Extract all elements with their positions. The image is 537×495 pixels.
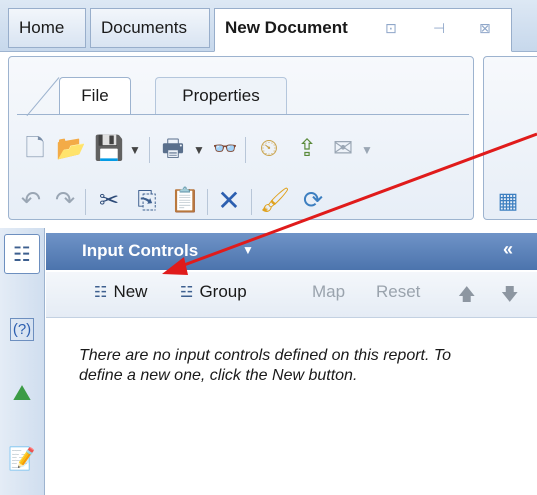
move-down-icon[interactable]: 🡇 bbox=[501, 282, 518, 311]
empty-state-message: There are no input controls defined on t… bbox=[79, 347, 452, 384]
close-icon[interactable]: ⊠ bbox=[479, 9, 491, 47]
input-controls-icon: ☷ bbox=[13, 243, 31, 266]
save-dropdown-icon[interactable]: ▼ bbox=[129, 143, 141, 157]
help-icon: (?) bbox=[9, 317, 35, 341]
toolbar-separator bbox=[251, 189, 252, 215]
copy-icon[interactable]: ⎘ bbox=[133, 185, 161, 217]
toolbar-separator bbox=[207, 189, 208, 215]
group-button[interactable]: ☳ Group bbox=[180, 282, 247, 302]
ribbon-tab-file[interactable]: File bbox=[59, 77, 131, 115]
input-controls-body: There are no input controls defined on t… bbox=[46, 318, 537, 495]
collapse-panel-icon[interactable]: « bbox=[503, 239, 513, 260]
group-button-label: Group bbox=[199, 282, 247, 301]
ribbon-tab-properties[interactable]: Properties bbox=[155, 77, 287, 115]
new-input-control-button[interactable]: ☷ New bbox=[94, 282, 147, 302]
export-icon[interactable]: ⇪ bbox=[293, 133, 321, 165]
new-button-label: New bbox=[113, 282, 148, 301]
report-map-side-button[interactable]: 📝 bbox=[6, 442, 38, 476]
tab-home[interactable]: Home bbox=[8, 8, 86, 48]
input-controls-toolbar: ☷ New ☳ Group Map Reset 🡅 🡇 bbox=[46, 272, 537, 318]
open-folder-icon[interactable]: 📂 bbox=[56, 133, 86, 165]
document-tab-bar: Home Documents New Document ⊡ ⊣ ⊠ bbox=[0, 0, 537, 52]
map-button[interactable]: Map bbox=[312, 282, 345, 302]
help-side-button[interactable]: (?) bbox=[6, 312, 38, 346]
table-icon[interactable]: ▦ bbox=[494, 185, 522, 217]
tab-documents[interactable]: Documents bbox=[90, 8, 210, 48]
side-panel-bar: ☷ (?) ⛰ 📝 bbox=[0, 228, 45, 495]
cut-icon[interactable]: ✂ bbox=[95, 185, 123, 217]
input-controls-side-button[interactable]: ☷ bbox=[4, 234, 40, 274]
print-dropdown-icon[interactable]: ▼ bbox=[193, 143, 205, 157]
document-structure-side-button[interactable]: ⛰ bbox=[6, 376, 38, 410]
print-icon[interactable]: 🖶 bbox=[159, 133, 187, 165]
delete-icon[interactable]: ✕ bbox=[215, 185, 243, 217]
input-controls-title: Input Controls bbox=[82, 241, 199, 260]
toolbar-separator bbox=[245, 137, 246, 163]
reset-button[interactable]: Reset bbox=[376, 282, 420, 302]
tab-new-document-label: New Document bbox=[225, 18, 348, 37]
paste-icon[interactable]: 📋 bbox=[170, 185, 200, 217]
email-dropdown-icon[interactable]: ▼ bbox=[361, 143, 373, 157]
refresh-icon[interactable]: ⟳ bbox=[299, 185, 327, 217]
ribbon-panel: File Properties 🗋 📂 💾 ▼ 🖶 ▼ 👓 ⏲ ⇪ ✉ ▼ ↶ … bbox=[8, 56, 474, 220]
toolbar-row-edit: ↶ ↷ ✂ ⎘ 📋 ✕ 🖌 ⟳ bbox=[9, 185, 475, 225]
new-control-icon: ☷ bbox=[94, 284, 108, 301]
ribbon-divider bbox=[17, 114, 469, 115]
redo-icon[interactable]: ↷ bbox=[51, 185, 79, 217]
secondary-ribbon-panel: ▦ bbox=[483, 56, 537, 220]
maximize-icon[interactable]: ⊡ bbox=[385, 9, 397, 47]
new-document-icon[interactable]: 🗋 bbox=[21, 133, 49, 165]
find-icon[interactable]: 👓 bbox=[211, 133, 239, 165]
document-structure-icon: ⛰ bbox=[12, 380, 32, 405]
format-icon[interactable]: 🖌 bbox=[260, 185, 290, 217]
toolbar-separator bbox=[85, 189, 86, 215]
tab-new-document[interactable]: New Document ⊡ ⊣ ⊠ bbox=[214, 8, 512, 52]
move-up-icon[interactable]: 🡅 bbox=[458, 282, 475, 311]
undo-icon[interactable]: ↶ bbox=[17, 185, 45, 217]
chevron-down-icon[interactable]: ▼ bbox=[242, 243, 254, 257]
pin-icon[interactable]: ⊣ bbox=[433, 9, 445, 47]
input-controls-header: Input Controls ▼ « bbox=[46, 233, 537, 270]
save-icon[interactable]: 💾 bbox=[94, 133, 124, 165]
toolbar-separator bbox=[149, 137, 150, 163]
email-icon[interactable]: ✉ bbox=[329, 133, 357, 165]
report-edit-icon: 📝 bbox=[8, 446, 36, 471]
group-icon: ☳ bbox=[180, 284, 194, 301]
history-icon[interactable]: ⏲ bbox=[255, 133, 283, 165]
toolbar-row-file: 🗋 📂 💾 ▼ 🖶 ▼ 👓 ⏲ ⇪ ✉ ▼ bbox=[9, 133, 475, 173]
